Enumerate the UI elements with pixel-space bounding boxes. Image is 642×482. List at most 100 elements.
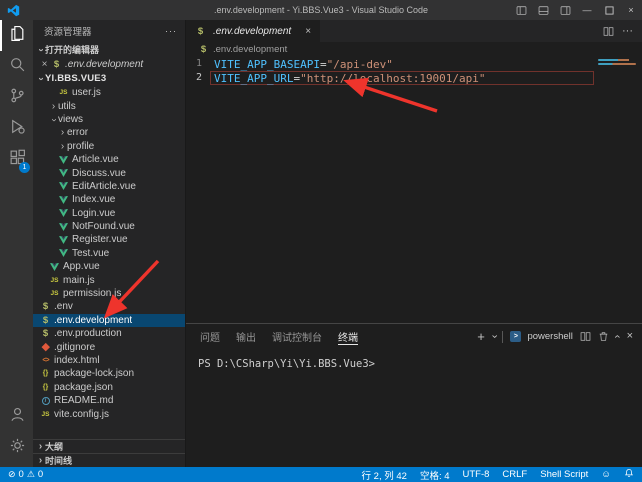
vue-icon [58,236,69,244]
tree-item-label: .env [54,301,73,312]
chevron-down-icon[interactable]: › [488,335,499,339]
tree-item-label: README.md [54,395,113,406]
tree-item-vite.config.js[interactable]: JSvite.config.js [33,407,185,420]
close-window-icon[interactable]: × [620,0,642,20]
tree-item-Article.vue[interactable]: Article.vue [33,153,185,166]
vue-icon [58,169,69,177]
notifications-bell-icon[interactable] [624,468,634,481]
tree-item-.env[interactable]: $.env [33,300,185,313]
tree-item-label: Index.vue [72,194,115,205]
tree-item-views[interactable]: ›views [33,113,185,126]
minimize-icon[interactable]: — [576,0,598,20]
panel-tab-终端[interactable]: 终端 [338,329,358,345]
split-editor-icon[interactable] [603,26,614,37]
code-line-2[interactable]: 2VITE_APP_URL="http://localhost:19001/ap… [186,71,642,85]
new-terminal-icon[interactable]: + [477,330,485,343]
layout-sidebar-icon[interactable] [510,0,532,20]
tree-item-.env.production[interactable]: $.env.production [33,327,185,340]
tree-item-package.json[interactable]: {}package.json [33,381,185,394]
tree-item-label: Article.vue [72,154,119,165]
status-right: 行 2, 列 42 空格: 4 UTF-8 CRLF Shell Script ☺ [349,468,634,482]
panel-header: 问题输出调试控制台终端 + › > powershell › × [186,324,642,349]
status-item[interactable]: 空格: 4 [420,468,450,482]
activity-item-account[interactable] [0,401,33,432]
tree-item-Register.vue[interactable]: Register.vue [33,233,185,246]
terminal-profile-selector[interactable]: > powershell [510,331,572,342]
tree-item-.gitignore[interactable]: .gitignore [33,340,185,353]
activity-item-explorer[interactable] [0,20,33,51]
tree-item-NotFound.vue[interactable]: NotFound.vue [33,220,185,233]
js-icon: JS [58,89,69,96]
warnings-icon: ⚠ [27,469,35,480]
maximize-panel-icon[interactable]: › [612,335,623,339]
close-icon[interactable]: × [39,59,50,70]
outline-label: 大纲 [45,440,63,453]
status-item[interactable]: CRLF [502,469,527,480]
tree-item-App.vue[interactable]: App.vue [33,260,185,273]
code-editor[interactable]: 1VITE_APP_BASEAPI="/api-dev"2VITE_APP_UR… [186,56,642,323]
tree-item-EditArticle.vue[interactable]: EditArticle.vue [33,180,185,193]
minimap-line-2 [598,63,636,65]
tree-item-error[interactable]: ›error [33,126,185,139]
vue-icon [58,209,69,217]
chevron-down-icon: › [36,75,47,84]
env-icon: $ [51,59,62,70]
tree-item-user.js[interactable]: JSuser.js [33,86,185,99]
maximize-icon[interactable] [598,0,620,20]
vue-icon [58,196,69,204]
status-bar: ⊘ 0 ⚠ 0 行 2, 列 42 空格: 4 UTF-8 CRLF Shell Scr… [0,467,642,482]
open-editors-header[interactable]: › 打开的编辑器 [33,42,185,57]
panel-tab-输出[interactable]: 输出 [236,329,256,345]
activity-item-settings[interactable] [0,432,33,463]
vue-icon [58,223,69,231]
activity-item-search[interactable] [0,51,33,82]
split-terminal-icon[interactable] [580,331,591,342]
editor-actions: ··· [603,20,642,42]
minimap[interactable] [598,59,636,67]
tree-item-main.js[interactable]: JSmain.js [33,273,185,286]
project-name: YI.BBS.VUE3 [45,73,106,84]
env-icon: $ [40,328,51,339]
breadcrumb[interactable]: $ .env.development [186,42,642,56]
project-header[interactable]: › YI.BBS.VUE3 [33,71,185,86]
code-line-1[interactable]: 1VITE_APP_BASEAPI="/api-dev" [186,57,642,71]
tree-item-profile[interactable]: ›profile [33,140,185,153]
tree-item-label: .env.production [54,328,122,339]
open-editor-item[interactable]: ×$.env.development [33,57,185,71]
tree-item-Test.vue[interactable]: Test.vue [33,247,185,260]
layout-panel-icon[interactable] [532,0,554,20]
status-item[interactable]: Shell Script [540,469,588,480]
tab-env-development[interactable]: $ .env.development × [186,20,320,42]
activity-item-extensions[interactable]: 1 [0,144,33,175]
layout-secondary-sidebar-icon[interactable] [554,0,576,20]
tree-item-.env.development[interactable]: $.env.development [33,314,185,327]
json-icon: {} [40,370,51,377]
activity-bar-top: 1 [0,20,33,175]
tree-item-Login.vue[interactable]: Login.vue [33,207,185,220]
timeline-section[interactable]: › 时间线 [33,453,185,467]
more-actions-icon[interactable]: ··· [622,26,633,37]
status-item[interactable]: UTF-8 [463,469,490,480]
title-bar: .env.development - Yi.BBS.Vue3 - Visual … [0,0,642,20]
tree-item-permission.js[interactable]: JSpermission.js [33,287,185,300]
feedback-smiley-icon[interactable]: ☺ [601,469,611,480]
status-item[interactable]: 行 2, 列 42 [362,468,407,482]
tree-item-Index.vue[interactable]: Index.vue [33,193,185,206]
panel-tab-问题[interactable]: 问题 [200,329,220,345]
problems-status[interactable]: ⊘ 0 ⚠ 0 [8,469,43,480]
tree-item-utils[interactable]: ›utils [33,99,185,112]
activity-item-source-control[interactable] [0,82,33,113]
close-tab-icon[interactable]: × [305,26,311,37]
more-actions-icon[interactable]: ··· [165,26,177,36]
kill-terminal-icon[interactable] [598,331,609,342]
outline-section[interactable]: › 大纲 [33,439,185,453]
status-right-items: 行 2, 列 42 空格: 4 UTF-8 CRLF Shell Script [349,468,589,482]
tree-item-README.md[interactable]: iREADME.md [33,394,185,407]
tree-item-package-lock.json[interactable]: {}package-lock.json [33,367,185,380]
close-panel-icon[interactable]: × [627,331,633,342]
tree-item-Discuss.vue[interactable]: Discuss.vue [33,166,185,179]
terminal[interactable]: PS D:\CSharp\Yi\Yi.BBS.Vue3> [186,349,642,467]
panel-tab-调试控制台[interactable]: 调试控制台 [272,329,322,345]
activity-item-run-debug[interactable] [0,113,33,144]
tree-item-index.html[interactable]: <>index.html [33,354,185,367]
